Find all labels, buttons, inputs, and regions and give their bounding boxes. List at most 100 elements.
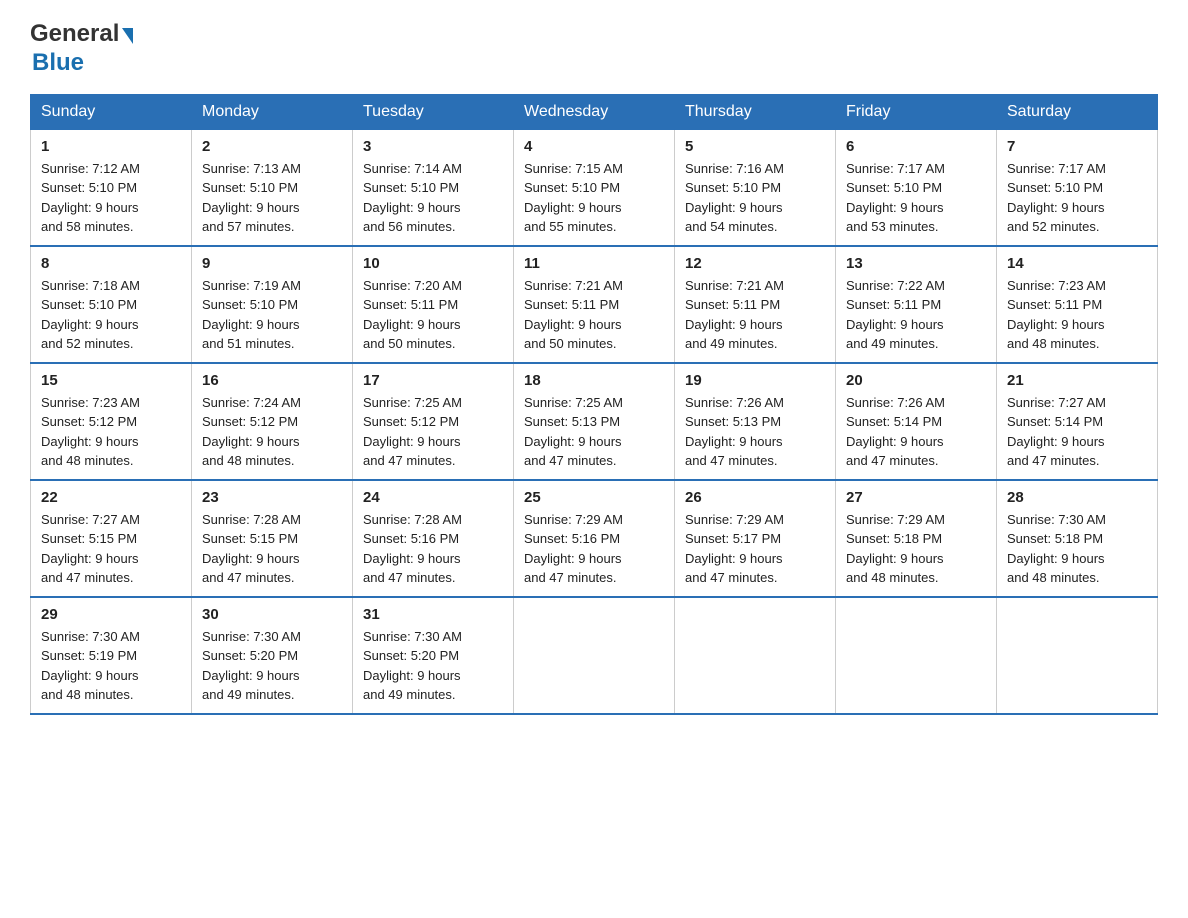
calendar-cell: 23 Sunrise: 7:28 AM Sunset: 5:15 PM Dayl… bbox=[192, 480, 353, 597]
day-info: Sunrise: 7:19 AM Sunset: 5:10 PM Dayligh… bbox=[202, 276, 342, 354]
daylight-minutes: and 49 minutes. bbox=[685, 336, 778, 351]
day-number: 20 bbox=[846, 372, 986, 389]
day-info: Sunrise: 7:21 AM Sunset: 5:11 PM Dayligh… bbox=[685, 276, 825, 354]
daylight-minutes: and 49 minutes. bbox=[202, 687, 295, 702]
daylight-label: Daylight: 9 hours bbox=[363, 551, 461, 566]
sunset-label: Sunset: 5:11 PM bbox=[685, 297, 780, 312]
daylight-minutes: and 58 minutes. bbox=[41, 219, 134, 234]
day-number: 17 bbox=[363, 372, 503, 389]
sunrise-label: Sunrise: 7:15 AM bbox=[524, 161, 623, 176]
sunrise-label: Sunrise: 7:20 AM bbox=[363, 278, 462, 293]
daylight-label: Daylight: 9 hours bbox=[1007, 434, 1105, 449]
day-number: 3 bbox=[363, 138, 503, 155]
sunrise-label: Sunrise: 7:14 AM bbox=[363, 161, 462, 176]
day-number: 31 bbox=[363, 606, 503, 623]
day-info: Sunrise: 7:29 AM Sunset: 5:16 PM Dayligh… bbox=[524, 510, 664, 588]
day-number: 13 bbox=[846, 255, 986, 272]
daylight-label: Daylight: 9 hours bbox=[1007, 200, 1105, 215]
day-info: Sunrise: 7:27 AM Sunset: 5:15 PM Dayligh… bbox=[41, 510, 181, 588]
calendar-cell: 31 Sunrise: 7:30 AM Sunset: 5:20 PM Dayl… bbox=[353, 597, 514, 714]
day-number: 24 bbox=[363, 489, 503, 506]
calendar-week-row: 15 Sunrise: 7:23 AM Sunset: 5:12 PM Dayl… bbox=[31, 363, 1158, 480]
daylight-minutes: and 49 minutes. bbox=[363, 687, 456, 702]
daylight-label: Daylight: 9 hours bbox=[524, 551, 622, 566]
sunset-label: Sunset: 5:11 PM bbox=[363, 297, 458, 312]
calendar-cell: 13 Sunrise: 7:22 AM Sunset: 5:11 PM Dayl… bbox=[836, 246, 997, 363]
day-number: 27 bbox=[846, 489, 986, 506]
day-info: Sunrise: 7:23 AM Sunset: 5:11 PM Dayligh… bbox=[1007, 276, 1147, 354]
daylight-label: Daylight: 9 hours bbox=[846, 551, 944, 566]
day-info: Sunrise: 7:13 AM Sunset: 5:10 PM Dayligh… bbox=[202, 159, 342, 237]
day-number: 26 bbox=[685, 489, 825, 506]
sunrise-label: Sunrise: 7:29 AM bbox=[524, 512, 623, 527]
sunset-label: Sunset: 5:18 PM bbox=[846, 531, 942, 546]
sunrise-label: Sunrise: 7:28 AM bbox=[363, 512, 462, 527]
logo-general-part: General bbox=[30, 20, 119, 49]
daylight-minutes: and 52 minutes. bbox=[1007, 219, 1100, 234]
sunrise-label: Sunrise: 7:29 AM bbox=[685, 512, 784, 527]
day-info: Sunrise: 7:30 AM Sunset: 5:18 PM Dayligh… bbox=[1007, 510, 1147, 588]
daylight-label: Daylight: 9 hours bbox=[685, 317, 783, 332]
calendar-cell: 24 Sunrise: 7:28 AM Sunset: 5:16 PM Dayl… bbox=[353, 480, 514, 597]
daylight-label: Daylight: 9 hours bbox=[846, 434, 944, 449]
daylight-label: Daylight: 9 hours bbox=[1007, 551, 1105, 566]
calendar-cell: 17 Sunrise: 7:25 AM Sunset: 5:12 PM Dayl… bbox=[353, 363, 514, 480]
daylight-minutes: and 51 minutes. bbox=[202, 336, 295, 351]
day-info: Sunrise: 7:25 AM Sunset: 5:12 PM Dayligh… bbox=[363, 393, 503, 471]
sunrise-label: Sunrise: 7:16 AM bbox=[685, 161, 784, 176]
sunset-label: Sunset: 5:15 PM bbox=[41, 531, 137, 546]
day-info: Sunrise: 7:12 AM Sunset: 5:10 PM Dayligh… bbox=[41, 159, 181, 237]
sunset-label: Sunset: 5:10 PM bbox=[202, 297, 298, 312]
sunrise-label: Sunrise: 7:30 AM bbox=[41, 629, 140, 644]
sunrise-label: Sunrise: 7:23 AM bbox=[1007, 278, 1106, 293]
day-info: Sunrise: 7:26 AM Sunset: 5:14 PM Dayligh… bbox=[846, 393, 986, 471]
sunrise-label: Sunrise: 7:25 AM bbox=[524, 395, 623, 410]
sunset-label: Sunset: 5:12 PM bbox=[202, 414, 298, 429]
daylight-label: Daylight: 9 hours bbox=[846, 200, 944, 215]
sunset-label: Sunset: 5:17 PM bbox=[685, 531, 781, 546]
day-number: 14 bbox=[1007, 255, 1147, 272]
sunset-label: Sunset: 5:10 PM bbox=[41, 297, 137, 312]
sunrise-label: Sunrise: 7:27 AM bbox=[1007, 395, 1106, 410]
daylight-label: Daylight: 9 hours bbox=[41, 551, 139, 566]
daylight-minutes: and 47 minutes. bbox=[202, 570, 295, 585]
day-number: 2 bbox=[202, 138, 342, 155]
sunset-label: Sunset: 5:12 PM bbox=[363, 414, 459, 429]
daylight-minutes: and 48 minutes. bbox=[41, 453, 134, 468]
logo-container: General Blue bbox=[30, 20, 133, 78]
sunrise-label: Sunrise: 7:21 AM bbox=[524, 278, 623, 293]
sunrise-label: Sunrise: 7:21 AM bbox=[685, 278, 784, 293]
sunrise-label: Sunrise: 7:29 AM bbox=[846, 512, 945, 527]
day-info: Sunrise: 7:30 AM Sunset: 5:20 PM Dayligh… bbox=[363, 627, 503, 705]
sunset-label: Sunset: 5:10 PM bbox=[524, 180, 620, 195]
calendar-cell: 18 Sunrise: 7:25 AM Sunset: 5:13 PM Dayl… bbox=[514, 363, 675, 480]
daylight-label: Daylight: 9 hours bbox=[41, 200, 139, 215]
day-number: 8 bbox=[41, 255, 181, 272]
sunset-label: Sunset: 5:10 PM bbox=[685, 180, 781, 195]
sunrise-label: Sunrise: 7:30 AM bbox=[202, 629, 301, 644]
sunset-label: Sunset: 5:10 PM bbox=[846, 180, 942, 195]
sunrise-label: Sunrise: 7:22 AM bbox=[846, 278, 945, 293]
calendar-header-row: SundayMondayTuesdayWednesdayThursdayFrid… bbox=[31, 94, 1158, 129]
day-info: Sunrise: 7:25 AM Sunset: 5:13 PM Dayligh… bbox=[524, 393, 664, 471]
daylight-label: Daylight: 9 hours bbox=[202, 200, 300, 215]
day-number: 29 bbox=[41, 606, 181, 623]
day-number: 21 bbox=[1007, 372, 1147, 389]
calendar-cell: 30 Sunrise: 7:30 AM Sunset: 5:20 PM Dayl… bbox=[192, 597, 353, 714]
daylight-minutes: and 50 minutes. bbox=[524, 336, 617, 351]
sunset-label: Sunset: 5:11 PM bbox=[524, 297, 619, 312]
header-tuesday: Tuesday bbox=[353, 94, 514, 129]
daylight-minutes: and 47 minutes. bbox=[524, 570, 617, 585]
sunrise-label: Sunrise: 7:18 AM bbox=[41, 278, 140, 293]
header-wednesday: Wednesday bbox=[514, 94, 675, 129]
calendar-cell: 9 Sunrise: 7:19 AM Sunset: 5:10 PM Dayli… bbox=[192, 246, 353, 363]
sunset-label: Sunset: 5:10 PM bbox=[41, 180, 137, 195]
calendar-table: SundayMondayTuesdayWednesdayThursdayFrid… bbox=[30, 94, 1158, 715]
calendar-cell: 14 Sunrise: 7:23 AM Sunset: 5:11 PM Dayl… bbox=[997, 246, 1158, 363]
calendar-cell: 10 Sunrise: 7:20 AM Sunset: 5:11 PM Dayl… bbox=[353, 246, 514, 363]
calendar-cell: 25 Sunrise: 7:29 AM Sunset: 5:16 PM Dayl… bbox=[514, 480, 675, 597]
day-info: Sunrise: 7:27 AM Sunset: 5:14 PM Dayligh… bbox=[1007, 393, 1147, 471]
sunset-label: Sunset: 5:15 PM bbox=[202, 531, 298, 546]
calendar-cell: 19 Sunrise: 7:26 AM Sunset: 5:13 PM Dayl… bbox=[675, 363, 836, 480]
sunrise-label: Sunrise: 7:12 AM bbox=[41, 161, 140, 176]
